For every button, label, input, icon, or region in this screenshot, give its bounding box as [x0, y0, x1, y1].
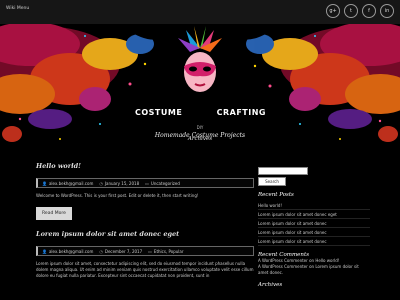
social-links: g+ t f in — [326, 4, 394, 18]
linkedin-icon[interactable]: in — [380, 4, 394, 18]
folder-icon: ▭ — [145, 180, 149, 186]
twitter-icon[interactable]: t — [344, 4, 358, 18]
read-more-button[interactable]: Read More — [36, 207, 72, 220]
clock-icon: ◷ — [99, 248, 103, 254]
comment-author[interactable]: A WordPress Commenter — [258, 258, 308, 263]
post-excerpt: Welcome to WordPress. This is your first… — [36, 193, 199, 198]
recent-posts-list: Hello world! Lorem ipsum dolor sit amet … — [258, 201, 370, 246]
user-icon: 👤 — [42, 180, 47, 186]
search-input[interactable] — [258, 167, 308, 175]
google-plus-icon[interactable]: g+ — [326, 4, 340, 18]
post-title[interactable]: Hello world! — [36, 162, 254, 170]
post-author[interactable]: alex.bekh@gmail.com — [49, 249, 93, 254]
post-date[interactable]: December 7, 2017 — [105, 249, 142, 254]
recent-post-item[interactable]: Hello world! — [258, 201, 370, 210]
post-title[interactable]: Lorem ipsum dolor sit amet donec eget — [36, 230, 254, 238]
user-icon: 👤 — [42, 248, 47, 254]
folder-icon: ▭ — [148, 248, 152, 254]
recent-post-item[interactable]: Lorem ipsum dolor sit amet donec — [258, 237, 370, 246]
recent-post-item[interactable]: Lorem ipsum dolor sit amet donec — [258, 219, 370, 228]
site-header: COSTUME CRAFTING DIY Homemade Costume Pr… — [0, 24, 400, 154]
post-meta: 👤 alex.bekh@gmail.com ◷ December 7, 2017 ▭… — [36, 246, 254, 256]
search-button[interactable]: Search — [258, 177, 286, 186]
post-category[interactable]: Uncategorized — [151, 181, 180, 186]
comment-post[interactable]: Hello world! — [315, 258, 339, 263]
post-meta: 👤 alex.bekh@gmail.com ◷ January 15, 2018 ▭… — [36, 178, 254, 188]
recent-post-item[interactable]: Lorem ipsum dolor sit amet donec — [258, 228, 370, 237]
post-card: Hello world! 👤 alex.bekh@gmail.com ◷ Janua… — [36, 162, 254, 220]
brand-diy: DIY — [196, 125, 204, 130]
wiki-menu-link[interactable]: Wiki Menu — [6, 6, 29, 11]
brand-costume: COSTUME — [135, 108, 183, 117]
post-category[interactable]: Ethics, Popular — [154, 249, 184, 254]
comment-on: on — [309, 258, 315, 263]
comment-on: on — [309, 264, 315, 269]
sidebar: Search Recent Posts Hello world! Lorem i… — [258, 167, 370, 288]
post-excerpt: Lorem ipsum dolor sit amet, consectetur … — [36, 261, 254, 278]
nav-archives-link[interactable]: Archives — [0, 136, 400, 142]
archives-title: Archives — [258, 282, 283, 288]
post-date[interactable]: January 15, 2018 — [105, 181, 139, 186]
main-content: Hello world! 👤 alex.bekh@gmail.com ◷ Janua… — [36, 162, 254, 279]
facebook-icon[interactable]: f — [362, 4, 376, 18]
clock-icon: ◷ — [99, 180, 103, 186]
recent-comment-item: A WordPress Commenter on Lorem ipsum dol… — [258, 264, 370, 276]
brand-crafting: CRAFTING — [216, 108, 266, 117]
post-author[interactable]: alex.bekh@gmail.com — [49, 181, 93, 186]
recent-post-item[interactable]: Lorem ipsum dolor sit amet donec eget — [258, 210, 370, 219]
post-card: Lorem ipsum dolor sit amet donec eget 👤 a… — [36, 230, 254, 279]
top-bar: Wiki Menu g+ t f in — [0, 0, 400, 25]
comment-author[interactable]: A WordPress Commenter — [258, 264, 308, 269]
recent-posts-title: Recent Posts — [258, 192, 294, 198]
